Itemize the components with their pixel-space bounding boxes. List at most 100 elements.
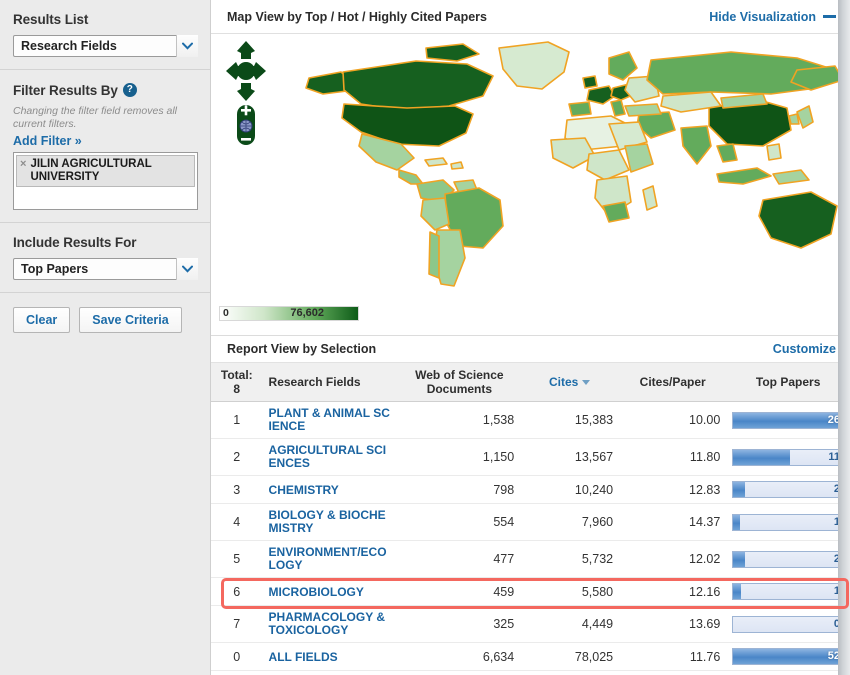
- map-legend: 0 76,602: [219, 306, 359, 321]
- row-rank: 1: [211, 402, 263, 439]
- table-row[interactable]: 3 CHEMISTRY 798 10,240 12.83 2: [211, 476, 850, 504]
- minus-icon: [823, 15, 836, 18]
- filter-chip[interactable]: × JILIN AGRICULTURAL UNIVERSITY: [16, 155, 195, 187]
- bar-fill: [733, 413, 843, 428]
- table-row[interactable]: 0 ALL FIELDS 6,634 78,025 11.76 52: [211, 643, 850, 671]
- column-header-total: Total: 8: [211, 363, 263, 402]
- row-cites-per-paper: 12.02: [619, 541, 726, 578]
- results-list-value: Research Fields: [13, 35, 198, 57]
- legend-gradient-bar: 0 76,602: [219, 306, 359, 321]
- table-body: 1 PLANT & ANIMAL SCIENCE 1,538 15,383 10…: [211, 402, 850, 671]
- row-cites-per-paper: 11.80: [619, 439, 726, 476]
- results-list-select[interactable]: Research Fields: [13, 35, 198, 57]
- total-label: Total:: [217, 368, 257, 382]
- row-documents: 1,538: [399, 402, 521, 439]
- world-map[interactable]: 0 76,602: [211, 34, 850, 335]
- table-row[interactable]: 7 PHARMACOLOGY & TOXICOLOGY 325 4,449 13…: [211, 606, 850, 643]
- table-row[interactable]: 4 BIOLOGY & BIOCHEMISTRY 554 7,960 14.37…: [211, 504, 850, 541]
- include-results-section: Include Results For Top Papers: [0, 223, 210, 293]
- row-field[interactable]: AGRICULTURAL SCIENCES: [263, 439, 399, 476]
- row-cites-per-paper: 11.76: [619, 643, 726, 671]
- sidebar-actions: Clear Save Criteria: [0, 293, 210, 347]
- results-list-heading: Results List: [13, 12, 199, 27]
- table-row[interactable]: 5 ENVIRONMENT/ECOLOGY 477 5,732 12.02 2: [211, 541, 850, 578]
- zoom-slider-icon: [237, 105, 255, 145]
- clear-button[interactable]: Clear: [13, 307, 70, 333]
- row-rank: 0: [211, 643, 263, 671]
- bar-track: 52: [732, 648, 844, 665]
- row-field[interactable]: MICROBIOLOGY: [263, 578, 399, 606]
- row-field-link[interactable]: PHARMACOLOGY & TOXICOLOGY: [269, 611, 393, 637]
- column-header-research-fields[interactable]: Research Fields: [263, 363, 399, 402]
- bar-track: 2: [732, 481, 844, 498]
- row-field[interactable]: PLANT & ANIMAL SCIENCE: [263, 402, 399, 439]
- table-row[interactable]: 1 PLANT & ANIMAL SCIENCE 1,538 15,383 10…: [211, 402, 850, 439]
- row-top-papers-bar: 0: [726, 606, 850, 643]
- column-header-cites-per-paper[interactable]: Cites/Paper: [619, 363, 726, 402]
- main-content: Map View by Top / Hot / Highly Cited Pap…: [211, 0, 850, 675]
- row-rank: 7: [211, 606, 263, 643]
- row-field[interactable]: PHARMACOLOGY & TOXICOLOGY: [263, 606, 399, 643]
- bar-track: 26: [732, 412, 844, 429]
- save-criteria-button[interactable]: Save Criteria: [79, 307, 181, 333]
- bar-fill: [733, 482, 745, 497]
- app-root: Results List Research Fields Filter Resu…: [0, 0, 850, 675]
- row-field[interactable]: ENVIRONMENT/ECOLOGY: [263, 541, 399, 578]
- legend-max-value: 76,602: [290, 307, 324, 320]
- row-field-link[interactable]: BIOLOGY & BIOCHEMISTRY: [269, 509, 393, 535]
- row-cites-per-paper: 12.83: [619, 476, 726, 504]
- visualization-header: Map View by Top / Hot / Highly Cited Pap…: [211, 0, 850, 34]
- active-filters-list[interactable]: × JILIN AGRICULTURAL UNIVERSITY: [13, 152, 198, 210]
- row-cites: 7,960: [520, 504, 619, 541]
- row-field-link[interactable]: MICROBIOLOGY: [269, 586, 364, 599]
- report-title: Report View by Selection: [227, 342, 376, 356]
- row-field[interactable]: ALL FIELDS: [263, 643, 399, 671]
- pan-arrows-icon[interactable]: [224, 39, 268, 147]
- close-icon[interactable]: ×: [20, 158, 26, 171]
- customize-link[interactable]: Customize: [773, 342, 836, 356]
- visualization-title: Map View by Top / Hot / Highly Cited Pap…: [227, 10, 487, 24]
- legend-min-value: 0: [223, 307, 229, 320]
- row-documents: 6,634: [399, 643, 521, 671]
- column-header-top-papers[interactable]: Top Papers: [726, 363, 850, 402]
- row-field[interactable]: CHEMISTRY: [263, 476, 399, 504]
- map-navigation-control[interactable]: [224, 39, 268, 147]
- cites-sort-link[interactable]: Cites: [549, 375, 578, 389]
- row-field[interactable]: BIOLOGY & BIOCHEMISTRY: [263, 504, 399, 541]
- include-results-heading: Include Results For: [13, 235, 199, 250]
- chevron-down-icon[interactable]: [176, 258, 198, 280]
- bar-fill: [733, 649, 843, 664]
- report-header: Report View by Selection Customize: [211, 335, 850, 363]
- include-results-select[interactable]: Top Papers: [13, 258, 198, 280]
- table-row[interactable]: 2 AGRICULTURAL SCIENCES 1,150 13,567 11.…: [211, 439, 850, 476]
- filter-results-heading: Filter Results By: [13, 83, 118, 98]
- table-row-highlighted[interactable]: 6 MICROBIOLOGY 459 5,580 12.16 1: [211, 578, 850, 606]
- table-header-row: Total: 8 Research Fields Web of Science …: [211, 363, 850, 402]
- bar-track: 0: [732, 616, 844, 633]
- chevron-down-icon[interactable]: [176, 35, 198, 57]
- page-scrollbar[interactable]: [838, 0, 850, 675]
- row-documents: 798: [399, 476, 521, 504]
- row-field-link[interactable]: ALL FIELDS: [269, 651, 338, 664]
- help-icon[interactable]: ?: [123, 83, 137, 97]
- row-field-link[interactable]: ENVIRONMENT/ECOLOGY: [269, 546, 393, 572]
- add-filter-link[interactable]: Add Filter »: [13, 134, 82, 148]
- row-field-link[interactable]: PLANT & ANIMAL SCIENCE: [269, 407, 393, 433]
- hide-visualization-button[interactable]: Hide Visualization: [709, 10, 836, 24]
- bar-fill: [733, 515, 740, 530]
- row-field-link[interactable]: AGRICULTURAL SCIENCES: [269, 444, 393, 470]
- world-map-svg[interactable]: [211, 34, 850, 335]
- row-rank: 4: [211, 504, 263, 541]
- sort-desc-icon[interactable]: [582, 380, 590, 385]
- row-documents: 554: [399, 504, 521, 541]
- row-cites-per-paper: 13.69: [619, 606, 726, 643]
- row-top-papers-bar: 52: [726, 643, 850, 671]
- row-field-link[interactable]: CHEMISTRY: [269, 484, 339, 497]
- row-cites: 13,567: [520, 439, 619, 476]
- row-cites: 5,732: [520, 541, 619, 578]
- row-top-papers-bar: 11: [726, 439, 850, 476]
- column-header-cites[interactable]: Cites: [520, 363, 619, 402]
- filter-results-section: Filter Results By? Changing the filter f…: [0, 70, 210, 223]
- column-header-documents[interactable]: Web of Science Documents: [399, 363, 521, 402]
- row-top-papers-bar: 2: [726, 476, 850, 504]
